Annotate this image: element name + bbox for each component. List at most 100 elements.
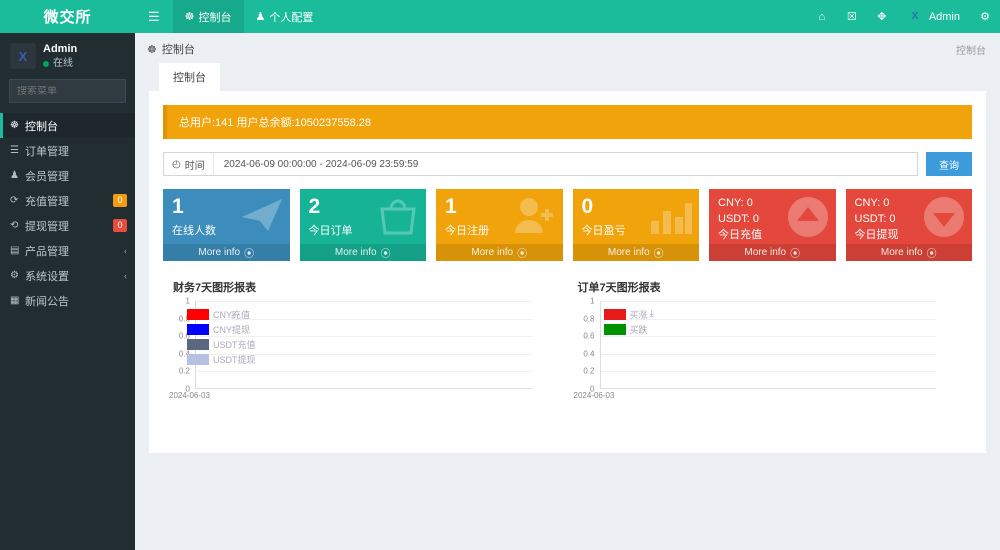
x-tick-label: 2024-06-03 — [169, 391, 210, 400]
stat-card-body: 1 在线人数 — [163, 189, 290, 244]
navbar-left: ☰ ☸ 控制台 ♟ 个人配置 — [135, 0, 325, 33]
stat-cards: 1 在线人数 More info ⦿ 2 — [163, 189, 972, 261]
gear-icon[interactable]: ⚙ — [970, 0, 1000, 33]
gridline — [601, 354, 937, 355]
more-info-label: More info — [335, 247, 377, 258]
circle-arrow-icon: ⦿ — [381, 245, 391, 260]
legend-item[interactable]: USDT提现 — [187, 352, 256, 367]
legend-swatch — [604, 309, 626, 320]
withdraw-icon: ⟲ — [10, 220, 25, 231]
chevron-left-icon: ‹ — [124, 246, 127, 256]
sidebar-item-settings[interactable]: ⚙ 系统设置 ‹ — [0, 263, 135, 288]
arrow-down-circle-icon — [922, 195, 966, 242]
sidebar-item-label: 会员管理 — [25, 168, 127, 184]
download-icon[interactable]: ⤓ — [231, 309, 235, 320]
legend-item[interactable]: CNY充值 — [187, 307, 256, 322]
sidebar-search-wrap: ⚲ — [9, 79, 126, 103]
download-icon[interactable]: ⤓ — [650, 308, 654, 319]
legend-item[interactable]: 买跌 — [604, 322, 648, 337]
legend-item[interactable]: USDT充值 — [187, 337, 256, 352]
sidebar-item-recharge[interactable]: ⟳ 充值管理 0 — [0, 188, 135, 213]
shopping-bag-icon — [376, 195, 420, 238]
filter-row: ◴ 时间 2024-06-09 00:00:00 - 2024-06-09 23… — [163, 152, 972, 176]
sidebar: X Admin 在线 ⚲ ☸ 控制台 ☰ 订单管理 — [0, 33, 135, 550]
stat-card-body: CNY: 0 USDT: 0 今日提现 — [846, 189, 973, 244]
query-button[interactable]: 查询 — [926, 152, 972, 176]
stat-card-online-users: 1 在线人数 More info ⦿ — [163, 189, 290, 261]
app-logo[interactable]: 微交所 — [0, 0, 135, 33]
fullscreen-icon[interactable]: ✥ — [867, 0, 897, 33]
header-user-menu[interactable]: X Admin — [897, 0, 970, 33]
nav-item-profile[interactable]: ♟ 个人配置 — [244, 0, 326, 33]
sidebar-user-panel[interactable]: X Admin 在线 — [0, 33, 135, 79]
sidebar-item-orders[interactable]: ☰ 订单管理 — [0, 138, 135, 163]
chart-finance-7days: 财务7天图形报表 0 0.2 0.4 0.6 0.8 1 — [163, 279, 568, 406]
users-icon: ♟ — [10, 170, 25, 181]
dashboard-icon: ☸ — [10, 120, 25, 131]
admin-dashboard-page: 微交所 ☰ ☸ 控制台 ♟ 个人配置 ⌂ ☒ ✥ X — [0, 0, 1000, 550]
more-info-link[interactable]: More info ⦿ — [300, 244, 427, 261]
more-info-link[interactable]: More info ⦿ — [846, 244, 973, 261]
chart-title: 订单7天图形报表 — [578, 279, 967, 295]
dashboard-icon: ☸ — [147, 43, 157, 56]
legend-item[interactable]: 买涨 — [604, 307, 648, 322]
stat-card-body: 1 今日注册 — [436, 189, 563, 244]
status-badge: 0 — [113, 194, 127, 207]
sidebar-item-console[interactable]: ☸ 控制台 — [0, 113, 135, 138]
top-header: 微交所 ☰ ☸ 控制台 ♟ 个人配置 ⌂ ☒ ✥ X — [0, 0, 1000, 33]
sidebar-item-products[interactable]: ▤ 产品管理 ‹ — [0, 238, 135, 263]
sidebar-user-status: 在线 — [43, 57, 77, 71]
sidebar-user-status-label: 在线 — [53, 57, 73, 71]
more-info-label: More info — [744, 247, 786, 258]
more-info-link[interactable]: More info ⦿ — [573, 244, 700, 261]
trash-icon[interactable]: ☒ — [837, 0, 867, 33]
bar-chart-icon — [647, 195, 693, 238]
legend-swatch — [187, 354, 209, 365]
legend-item[interactable]: CNY提现 — [187, 322, 256, 337]
circle-arrow-icon: ⦿ — [654, 245, 664, 260]
recharge-icon: ⟳ — [10, 195, 25, 206]
chart-plot-area: 0 0.2 0.4 0.6 0.8 1 — [574, 301, 967, 406]
chart-title: 财务7天图形报表 — [173, 279, 562, 295]
y-tick: 1 — [186, 297, 190, 306]
home-icon[interactable]: ⌂ — [807, 0, 837, 33]
chart-legend: CNY充值 CNY提现 USDT充值 — [187, 307, 256, 367]
x-tick-label: 2024-06-03 — [574, 391, 615, 400]
stat-card-today-profit-loss: 0 今日盈亏 — [573, 189, 700, 261]
date-range-group[interactable]: ◴ 时间 2024-06-09 00:00:00 - 2024-06-09 23… — [163, 152, 918, 176]
sidebar-item-label: 控制台 — [25, 118, 127, 134]
briefcase-icon: ▤ — [10, 245, 25, 256]
tab-console[interactable]: 控制台 — [159, 63, 220, 91]
dashboard-icon: ☸ — [185, 10, 195, 23]
nav-item-profile-label: 个人配置 — [269, 9, 313, 25]
avatar: X — [907, 9, 923, 25]
circle-arrow-icon: ⦿ — [517, 245, 527, 260]
hamburger-icon: ☰ — [148, 9, 160, 25]
status-badge: 0 — [113, 219, 127, 232]
y-tick: 0.2 — [179, 367, 190, 376]
charts-row: 财务7天图形报表 0 0.2 0.4 0.6 0.8 1 — [163, 279, 972, 406]
sidebar-item-withdraw[interactable]: ⟲ 提现管理 0 — [0, 213, 135, 238]
navbar-right: ⌂ ☒ ✥ X Admin ⚙ — [807, 0, 1000, 33]
more-info-link[interactable]: More info ⦿ — [709, 244, 836, 261]
chart-orders-7days: 订单7天图形报表 0 0.2 0.4 0.6 0.8 1 — [568, 279, 973, 406]
sidebar-toggle-button[interactable]: ☰ — [135, 0, 173, 33]
sidebar-menu: ☸ 控制台 ☰ 订单管理 ♟ 会员管理 ⟳ 充值管理 0 ⟲ 提现管理 0 — [0, 113, 135, 313]
chart-legend: 买涨 买跌 — [604, 307, 648, 337]
date-range-input[interactable]: 2024-06-09 00:00:00 - 2024-06-09 23:59:5… — [214, 153, 429, 175]
sidebar-item-news[interactable]: ▦ 新闻公告 — [0, 288, 135, 313]
sidebar-item-members[interactable]: ♟ 会员管理 — [0, 163, 135, 188]
nav-item-console[interactable]: ☸ 控制台 — [173, 0, 244, 33]
more-info-link[interactable]: More info ⦿ — [163, 244, 290, 261]
stat-card-today-withdraw: CNY: 0 USDT: 0 今日提现 More info — [846, 189, 973, 261]
legend-swatch — [604, 324, 626, 335]
chart-plot-area: 0 0.2 0.4 0.6 0.8 1 — [169, 301, 562, 406]
stat-card-today-orders: 2 今日订单 More info ⦿ — [300, 189, 427, 261]
content-header: ☸ 控制台 控制台 — [135, 33, 1000, 63]
page-title: 控制台 — [162, 41, 195, 57]
more-info-link[interactable]: More info ⦿ — [436, 244, 563, 261]
sidebar-item-label: 充值管理 — [25, 193, 113, 209]
sidebar-item-label: 系统设置 — [25, 268, 124, 284]
stat-card-today-registrations: 1 今日注册 More info — [436, 189, 563, 261]
gridline — [196, 301, 532, 302]
